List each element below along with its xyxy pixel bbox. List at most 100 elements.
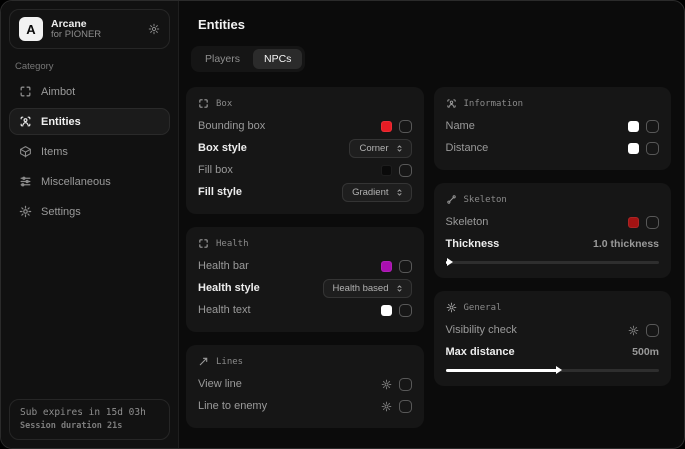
information-card: Information Name Distance	[434, 87, 672, 170]
sidebar-nav: Aimbot Entities Items Miscellaneous	[9, 78, 170, 225]
max-distance-slider[interactable]	[446, 365, 660, 375]
setting-label: Skeleton	[446, 216, 489, 228]
dropdown-value: Corner	[359, 143, 388, 154]
lines-card-header: Lines	[198, 356, 412, 367]
setting-label: Health text	[198, 304, 251, 316]
sidebar-item-entities[interactable]: Entities	[9, 108, 170, 135]
setting-row: Fill box	[198, 159, 412, 181]
box-style-dropdown[interactable]: Corner	[349, 139, 411, 158]
sidebar-item-settings[interactable]: Settings	[9, 198, 170, 225]
setting-row: Bounding box	[198, 115, 412, 137]
visibility-check-checkbox[interactable]	[646, 324, 659, 337]
slider-fill	[446, 369, 557, 372]
gear-icon[interactable]	[148, 23, 160, 35]
app-logo: A	[19, 17, 43, 41]
setting-row: Name	[446, 115, 660, 137]
gear-icon	[446, 302, 457, 313]
tab-players[interactable]: Players	[194, 49, 251, 69]
gear-icon[interactable]	[381, 379, 392, 390]
setting-row: View line	[198, 373, 412, 395]
name-checkbox[interactable]	[646, 120, 659, 133]
tab-npcs[interactable]: NPCs	[253, 49, 302, 69]
dropdown-value: Gradient	[352, 187, 388, 198]
card-title: Box	[216, 99, 232, 109]
sidebar-item-miscellaneous[interactable]: Miscellaneous	[9, 168, 170, 195]
bounding-box-checkbox[interactable]	[399, 120, 412, 133]
color-swatch[interactable]	[381, 121, 392, 132]
color-swatch[interactable]	[381, 165, 392, 176]
slider-thumb[interactable]	[556, 366, 562, 374]
lines-card: Lines View line Line to enemy	[186, 345, 424, 428]
color-swatch[interactable]	[381, 261, 392, 272]
setting-label: Box style	[198, 142, 247, 154]
page-title: Entities	[198, 17, 671, 32]
health-card-header: Health	[198, 238, 412, 249]
setting-row: Box style Corner	[198, 137, 412, 159]
health-style-dropdown[interactable]: Health based	[323, 279, 412, 298]
health-text-checkbox[interactable]	[399, 304, 412, 317]
bone-icon	[446, 194, 457, 205]
brand-card: A Arcane for PIONER	[9, 9, 170, 49]
corner-brackets-icon	[198, 238, 209, 249]
setting-row: Visibility check	[446, 319, 660, 341]
thickness-slider[interactable]	[446, 257, 660, 267]
card-title: Information	[464, 99, 524, 109]
session-card: Sub expires in 15d 03h Session duration …	[9, 399, 170, 440]
setting-row: Skeleton	[446, 211, 660, 233]
category-label: Category	[15, 61, 164, 72]
color-swatch[interactable]	[628, 121, 639, 132]
view-line-checkbox[interactable]	[399, 378, 412, 391]
fill-style-dropdown[interactable]: Gradient	[342, 183, 411, 202]
color-swatch[interactable]	[381, 305, 392, 316]
gear-icon[interactable]	[628, 325, 639, 336]
setting-row: Fill style Gradient	[198, 181, 412, 203]
cube-icon	[19, 145, 32, 158]
general-card: General Visibility check Max distance	[434, 291, 672, 386]
health-bar-checkbox[interactable]	[399, 260, 412, 273]
dropdown-value: Health based	[333, 283, 389, 294]
sidebar-item-label: Settings	[41, 206, 81, 218]
general-card-header: General	[446, 302, 660, 313]
setting-row: Distance	[446, 137, 660, 159]
distance-checkbox[interactable]	[646, 142, 659, 155]
app-window: A Arcane for PIONER Category Aimbot	[0, 0, 685, 449]
information-card-header: Information	[446, 98, 660, 109]
corner-brackets-icon	[198, 98, 209, 109]
fill-box-checkbox[interactable]	[399, 164, 412, 177]
sidebar: A Arcane for PIONER Category Aimbot	[1, 1, 179, 448]
health-card: Health Health bar Health style Health ba…	[186, 227, 424, 332]
setting-label: Visibility check	[446, 324, 517, 336]
setting-row: Health style Health based	[198, 277, 412, 299]
main-panel: Entities Players NPCs Box Bounding box	[179, 1, 684, 448]
session-duration-text: Session duration 21s	[20, 420, 159, 433]
setting-row: Max distance 500m	[446, 341, 660, 363]
slider-thumb[interactable]	[447, 258, 453, 266]
color-swatch[interactable]	[628, 217, 639, 228]
card-title: Health	[216, 239, 249, 249]
line-to-enemy-checkbox[interactable]	[399, 400, 412, 413]
sidebar-item-aimbot[interactable]: Aimbot	[9, 78, 170, 105]
person-scan-icon	[19, 115, 32, 128]
sidebar-item-items[interactable]: Items	[9, 138, 170, 165]
setting-row: Health bar	[198, 255, 412, 277]
setting-row: Line to enemy	[198, 395, 412, 417]
diagonal-line-icon	[198, 356, 209, 367]
gear-icon[interactable]	[381, 401, 392, 412]
thickness-value: 1.0 thickness	[593, 238, 659, 250]
setting-label: Max distance	[446, 346, 515, 358]
setting-label: View line	[198, 378, 242, 390]
setting-label: Thickness	[446, 238, 500, 250]
card-title: Skeleton	[464, 195, 507, 205]
setting-row: Health text	[198, 299, 412, 321]
color-swatch[interactable]	[628, 143, 639, 154]
skeleton-checkbox[interactable]	[646, 216, 659, 229]
setting-label: Bounding box	[198, 120, 265, 132]
sidebar-item-label: Items	[41, 146, 68, 158]
sidebar-item-label: Aimbot	[41, 86, 75, 98]
box-card-header: Box	[198, 98, 412, 109]
gear-icon	[19, 205, 32, 218]
setting-label: Distance	[446, 142, 489, 154]
card-title: General	[464, 303, 502, 313]
chevron-up-down-icon	[395, 144, 404, 153]
sliders-icon	[19, 175, 32, 188]
